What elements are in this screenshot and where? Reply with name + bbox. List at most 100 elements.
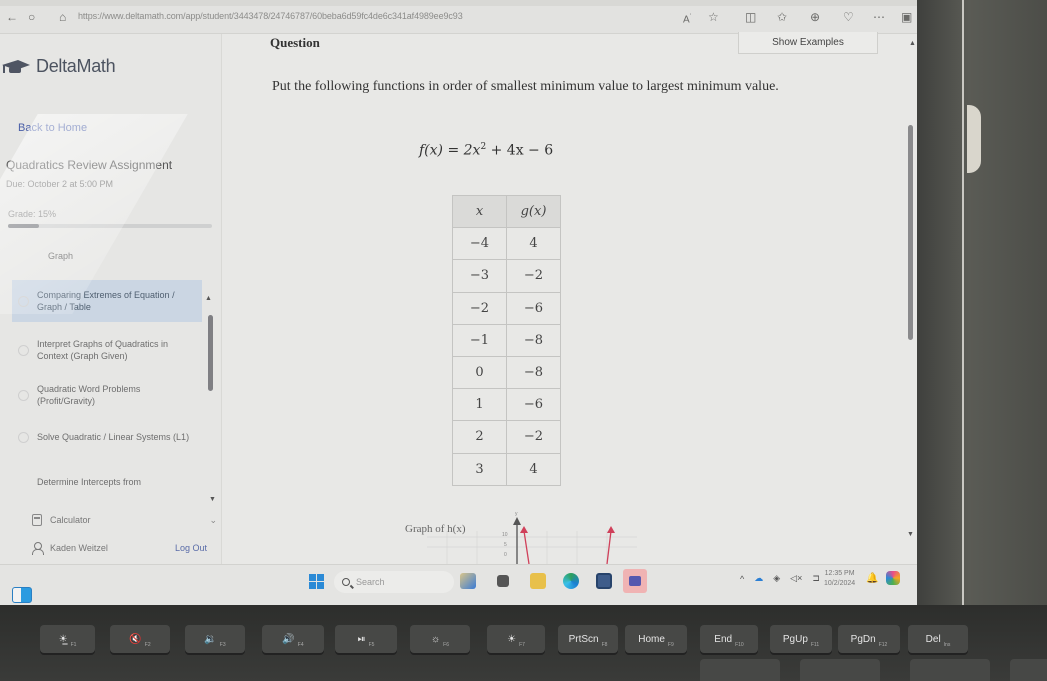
key-label: End: [714, 633, 733, 645]
taskbar-search[interactable]: Search: [334, 571, 454, 593]
key-label: ☀̲: [58, 633, 68, 645]
photos-app-icon[interactable]: [596, 573, 612, 589]
cell-gx: −6: [506, 291, 561, 325]
deltamath-logo[interactable]: DeltaMath: [0, 56, 116, 77]
cell-gx: 4: [506, 227, 561, 261]
cell-gx: −2: [506, 259, 561, 293]
skill-label: Determine Intercepts from: [37, 477, 142, 487]
user-icon: [32, 542, 44, 555]
system-tray: ^ ☁ ◈ ◁× ⊐: [740, 573, 820, 584]
keyboard-key[interactable]: [700, 659, 780, 681]
grade-progress-fill: [8, 224, 39, 228]
browser-essentials-icon[interactable]: ♡: [843, 10, 854, 24]
collections-icon[interactable]: ⊕: [810, 10, 820, 24]
favorites-icon[interactable]: ✩: [777, 10, 787, 24]
bezel-edge: [962, 0, 964, 610]
cell-x: 3: [452, 452, 507, 486]
main-scroll-up-icon[interactable]: ▲: [909, 40, 916, 47]
more-icon[interactable]: ⋯: [873, 10, 885, 24]
graduation-cap-icon: [2, 59, 30, 73]
cell-x: −4: [452, 227, 507, 261]
address-bar[interactable]: https://www.deltamath.com/app/student/34…: [78, 11, 463, 21]
sidebar: DeltaMath Back to Home Quadratics Review…: [0, 34, 222, 564]
task-view-icon[interactable]: [497, 575, 509, 587]
laptop-keyboard: ☀̲ F1 🔇 F2 🔉 F3 🔊 F4 ⏯ F5 ☼ F6 ☀ F7 PrtScn F8 Home F9 End F…: [0, 605, 1047, 681]
due-date: Due: October 2 at 5:00 PM: [6, 179, 114, 189]
refresh-icon[interactable]: ○: [28, 10, 35, 24]
windows-start-icon[interactable]: [309, 574, 324, 589]
back-to-home-link[interactable]: Back to Home: [18, 122, 87, 134]
calculator-toggle[interactable]: Calculator ⌄: [32, 514, 217, 526]
show-examples-button[interactable]: Show Examples: [738, 32, 878, 54]
keyboard-key[interactable]: ☀ F7: [487, 625, 545, 653]
taskbar-clock[interactable]: 12:35 PM 10/2/2024: [824, 569, 855, 589]
keyboard-key[interactable]: Del Ins: [908, 625, 968, 653]
back-arrow-icon[interactable]: ←: [6, 10, 18, 24]
widgets-icon[interactable]: [12, 587, 32, 603]
keyboard-key[interactable]: [800, 659, 880, 681]
file-explorer-icon[interactable]: [530, 573, 546, 589]
skill-label: Solve Quadratic / Linear Systems (L1): [37, 432, 190, 442]
question-prompt: Put the following functions in order of …: [272, 79, 779, 94]
skill-scroll-down-icon[interactable]: ▼: [209, 496, 216, 503]
user-name: Kaden Weitzel: [50, 543, 108, 553]
show-hidden-icons-chevron[interactable]: ^: [740, 574, 744, 584]
skill-item-active[interactable]: Comparing Extremes of Equation / Graph /…: [12, 280, 202, 322]
skill-item[interactable]: Solve Quadratic / Linear Systems (L1): [12, 425, 202, 449]
key-label: ☼: [430, 633, 441, 645]
windows-taskbar: Search ^ ☁ ◈ ◁× ⊐ 12:35 PM 10/2/2024 🔔: [0, 564, 917, 605]
skill-list-scrollbar[interactable]: [208, 315, 213, 391]
keyboard-key[interactable]: 🔇 F2: [110, 625, 170, 653]
wifi-icon[interactable]: ◈: [773, 573, 780, 584]
brand-name: DeltaMath: [36, 56, 116, 76]
key-fn-label: F10: [735, 642, 744, 648]
keyboard-key[interactable]: ⏯ F5: [335, 625, 397, 653]
keyboard-key[interactable]: ☼ F6: [410, 625, 470, 653]
skill-item[interactable]: Quadratic Word Problems (Profit/Gravity): [12, 377, 202, 413]
battery-icon[interactable]: ⊐: [812, 573, 820, 584]
main-scroll-down-icon[interactable]: ▼: [907, 531, 914, 538]
sidebar-toggle-icon[interactable]: ▣: [901, 10, 912, 24]
keyboard-key[interactable]: ☀̲ F1: [40, 625, 95, 653]
keyboard-key[interactable]: 🔉 F3: [185, 625, 245, 653]
main-scrollbar[interactable]: [908, 125, 913, 340]
user-row: Kaden Weitzel Log Out: [32, 542, 217, 555]
key-fn-label: F4: [297, 642, 304, 648]
logout-link[interactable]: Log Out: [175, 543, 207, 553]
copilot-icon[interactable]: [886, 571, 900, 585]
equation-lhs: f(x) = 2x: [419, 142, 481, 159]
keyboard-key[interactable]: [910, 659, 990, 681]
cell-x: −1: [452, 323, 507, 357]
skill-item[interactable]: Determine Intercepts from: [12, 470, 202, 494]
key-fn-label: F9: [667, 642, 674, 648]
keyboard-key[interactable]: 🔊 F4: [262, 625, 324, 653]
onedrive-cloud-icon[interactable]: ☁: [754, 573, 763, 584]
split-screen-icon[interactable]: ◫: [745, 10, 756, 24]
table-row: 0 −8: [452, 355, 561, 390]
home-icon[interactable]: ⌂: [59, 10, 66, 24]
key-fn-label: F8: [601, 642, 608, 648]
notification-bell-icon[interactable]: 🔔: [866, 573, 878, 584]
key-label: 🔊: [282, 633, 295, 645]
favorite-star-icon[interactable]: ☆: [708, 10, 719, 24]
keyboard-key[interactable]: PgDn F12: [838, 625, 900, 653]
keyboard-key[interactable]: PrtScn F8: [558, 625, 618, 653]
table-row: −2 −6: [452, 291, 561, 325]
search-icon: [342, 578, 350, 586]
skill-item[interactable]: Graph: [12, 244, 202, 268]
weather-widget-icon[interactable]: [460, 573, 476, 589]
edge-browser-icon[interactable]: [563, 573, 579, 589]
keyboard-key[interactable]: [1010, 659, 1047, 681]
read-aloud-icon[interactable]: Aʼ: [683, 10, 691, 27]
skill-scroll-up-icon[interactable]: ▲: [205, 295, 212, 302]
keyboard-key[interactable]: PgUp F11: [770, 625, 832, 653]
chevron-down-icon: ⌄: [209, 514, 217, 525]
keyboard-key[interactable]: End F10: [700, 625, 758, 653]
speaker-muted-icon[interactable]: ◁×: [790, 573, 802, 584]
photo-stage: ← ○ ⌂ https://www.deltamath.com/app/stud…: [0, 0, 1047, 681]
teams-app-icon[interactable]: [623, 569, 647, 593]
grade-progress-bar: [8, 224, 212, 228]
skill-item[interactable]: Interpret Graphs of Quadratics in Contex…: [12, 332, 202, 368]
key-label: PrtScn: [568, 633, 599, 645]
keyboard-key[interactable]: Home F9: [625, 625, 687, 653]
